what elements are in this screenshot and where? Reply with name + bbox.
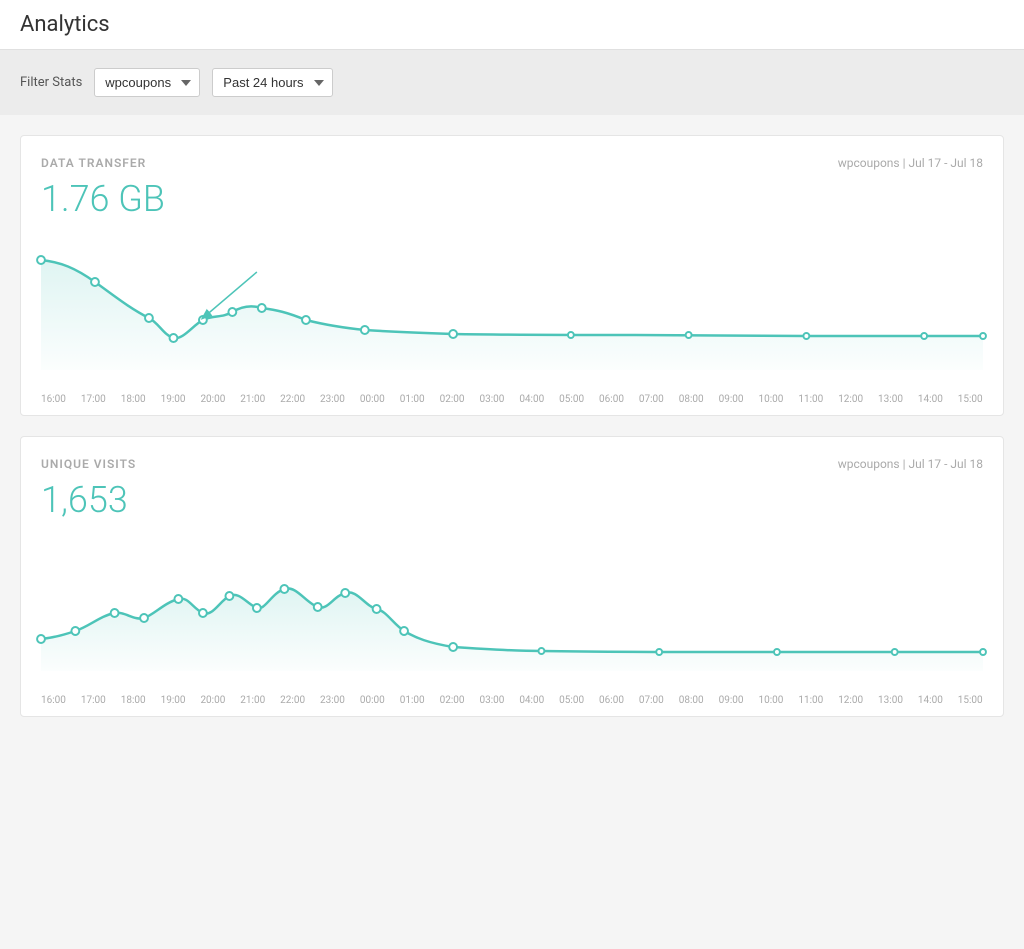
chart-header-transfer: DATA TRANSFER wpcoupons | Jul 17 - Jul 1…: [41, 156, 983, 170]
chart-value-transfer: 1.76 GB: [41, 178, 983, 220]
time-labels-visits: 16:00 17:00 18:00 19:00 20:00 21:00 22:0…: [41, 691, 983, 706]
data-transfer-card: DATA TRANSFER wpcoupons | Jul 17 - Jul 1…: [20, 135, 1004, 416]
chart-svg-transfer: [41, 230, 983, 370]
chart-value-visits: 1,653: [41, 479, 983, 521]
time-select[interactable]: Past 24 hours Past 7 days Past 30 days: [212, 68, 333, 97]
page-header: Analytics: [0, 0, 1024, 50]
page-title: Analytics: [20, 12, 1004, 37]
chart-area-visits: [41, 531, 983, 691]
chart-title-transfer: DATA TRANSFER: [41, 156, 146, 170]
filter-bar: Filter Stats wpcoupons Past 24 hours Pas…: [0, 50, 1024, 115]
chart-meta-visits: wpcoupons | Jul 17 - Jul 18: [838, 457, 983, 471]
chart-meta-transfer: wpcoupons | Jul 17 - Jul 18: [838, 156, 983, 170]
content-area: DATA TRANSFER wpcoupons | Jul 17 - Jul 1…: [0, 115, 1024, 737]
chart-area-transfer: [41, 230, 983, 390]
chart-svg-visits: [41, 531, 983, 671]
site-select[interactable]: wpcoupons: [94, 68, 200, 97]
time-labels-transfer: 16:00 17:00 18:00 19:00 20:00 21:00 22:0…: [41, 390, 983, 405]
filter-label: Filter Stats: [20, 75, 82, 90]
chart-header-visits: UNIQUE VISITS wpcoupons | Jul 17 - Jul 1…: [41, 457, 983, 471]
chart-title-visits: UNIQUE VISITS: [41, 457, 136, 471]
unique-visits-card: UNIQUE VISITS wpcoupons | Jul 17 - Jul 1…: [20, 436, 1004, 717]
